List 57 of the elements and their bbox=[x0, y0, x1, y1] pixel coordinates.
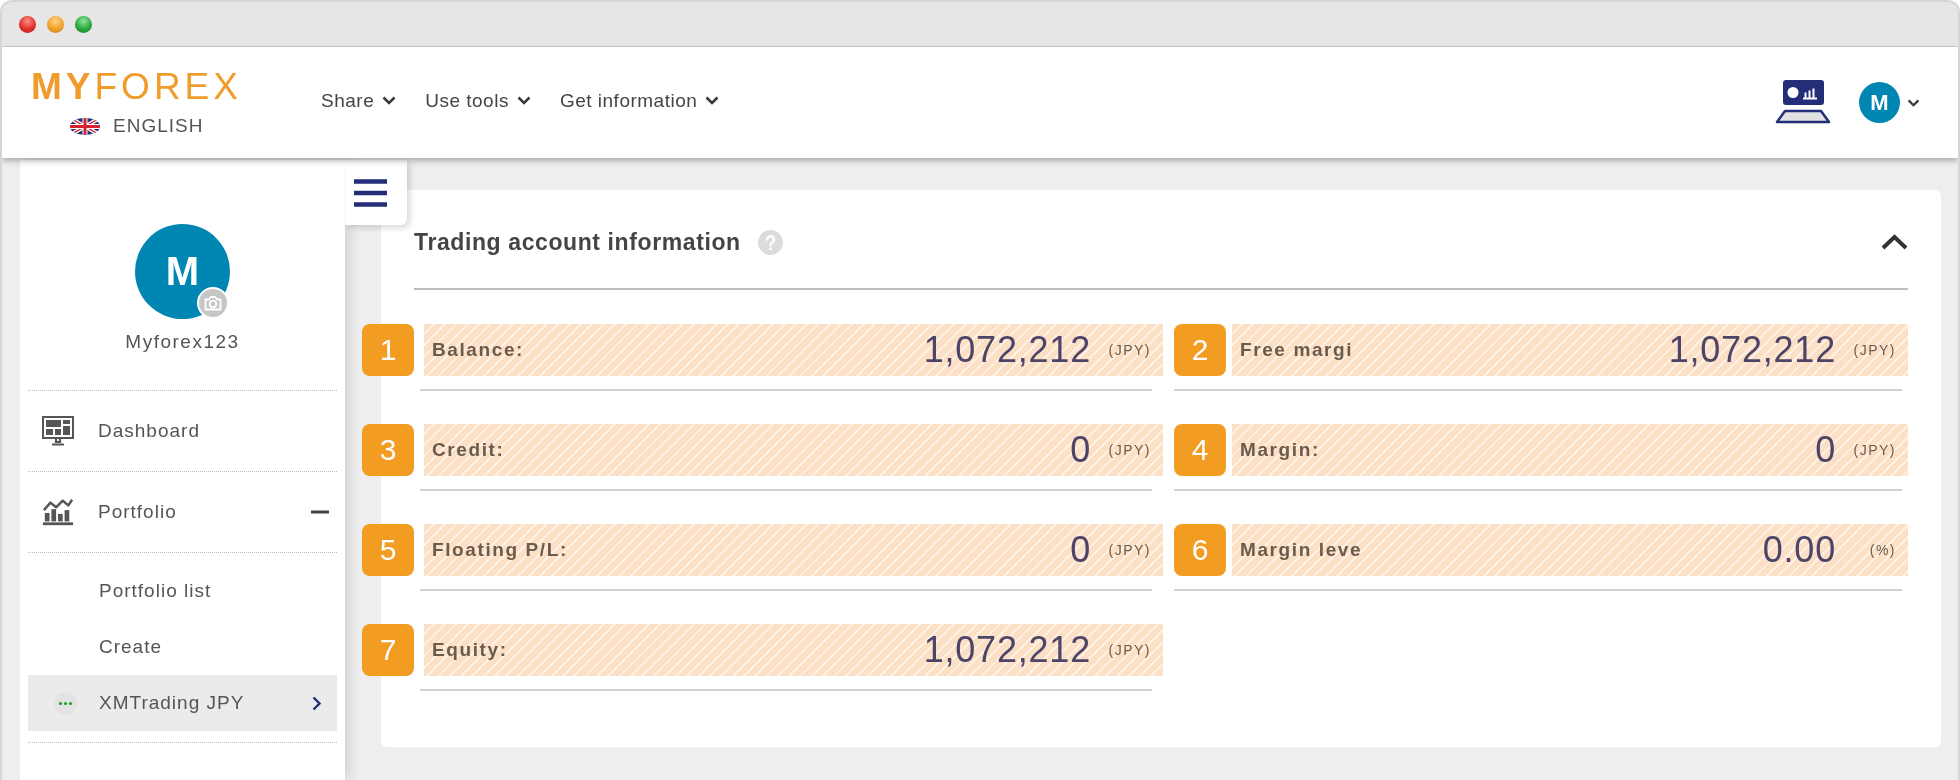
unit-label: (JPY) bbox=[1852, 442, 1896, 458]
unit-label: (JPY) bbox=[1107, 642, 1151, 658]
field-value: 0 bbox=[1815, 432, 1836, 468]
number-badge: 6 bbox=[1174, 524, 1226, 576]
unit-label: (JPY) bbox=[1107, 342, 1151, 358]
submenu-item[interactable]: XMTrading JPY bbox=[28, 675, 337, 731]
field-value: 0 bbox=[1070, 432, 1091, 468]
sidebar-item[interactable]: Portfolio bbox=[28, 472, 337, 553]
sidebar-item[interactable]: Dashboard bbox=[28, 391, 337, 472]
nav-menu[interactable]: Use tools bbox=[425, 89, 531, 112]
number-badge: 1 bbox=[362, 324, 414, 376]
nav-menu[interactable]: Share bbox=[321, 89, 397, 112]
submenu-item[interactable]: Portfolio list bbox=[28, 563, 337, 619]
field-value: 1,072,212 bbox=[923, 632, 1091, 668]
field-value: 1,072,212 bbox=[923, 332, 1091, 368]
field-label: Margin leve bbox=[1240, 539, 1363, 561]
submenu-item[interactable]: Create bbox=[28, 619, 337, 675]
camera-icon[interactable] bbox=[197, 287, 229, 319]
chart-icon bbox=[42, 497, 74, 527]
number-badge: 2 bbox=[1174, 324, 1226, 376]
chevron-right-icon bbox=[312, 695, 321, 711]
unit-label: (JPY) bbox=[1107, 542, 1151, 558]
nav-menu[interactable]: Get information bbox=[559, 89, 720, 112]
field-label: Margin: bbox=[1240, 439, 1320, 461]
field-label: Credit: bbox=[432, 439, 505, 461]
caret-icon[interactable] bbox=[1907, 98, 1920, 107]
field-value: 0.00 bbox=[1762, 532, 1836, 568]
number-badge: 3 bbox=[362, 424, 414, 476]
field-label: Floating P/L: bbox=[432, 539, 568, 561]
close-icon[interactable] bbox=[19, 15, 36, 33]
field-label: Free margi bbox=[1240, 339, 1354, 361]
panel-title: Trading account information bbox=[414, 228, 741, 256]
field-value: 1,072,212 bbox=[1668, 332, 1836, 368]
user-avatar[interactable]: M bbox=[1859, 82, 1900, 123]
username: Myforex123 bbox=[125, 331, 240, 353]
computer-chart-icon[interactable] bbox=[1775, 79, 1831, 126]
chevron-down-icon[interactable] bbox=[382, 96, 397, 105]
status-dots-icon bbox=[54, 691, 77, 715]
dashboard-monitor-icon bbox=[42, 416, 74, 446]
field-label: Equity: bbox=[432, 639, 508, 661]
number-badge: 5 bbox=[362, 524, 414, 576]
number-badge: 4 bbox=[1174, 424, 1226, 476]
menu-button[interactable] bbox=[345, 160, 407, 225]
chevron-up-icon[interactable] bbox=[1881, 234, 1908, 250]
field-value: 0 bbox=[1070, 532, 1091, 568]
chevron-down-icon[interactable] bbox=[705, 96, 720, 105]
unit-label: (JPY) bbox=[1852, 342, 1896, 358]
flag-icon bbox=[70, 117, 100, 135]
menu-icon bbox=[353, 178, 387, 207]
unit-label: (%) bbox=[1868, 542, 1896, 558]
maximize-icon[interactable] bbox=[75, 15, 92, 33]
number-badge: 7 bbox=[362, 624, 414, 676]
profile-avatar: M bbox=[135, 224, 230, 319]
chevron-down-icon[interactable] bbox=[516, 96, 531, 105]
unit-label: (JPY) bbox=[1107, 442, 1151, 458]
language-selector[interactable]: ENGLISH bbox=[70, 115, 204, 137]
field-label: Balance: bbox=[432, 339, 524, 361]
